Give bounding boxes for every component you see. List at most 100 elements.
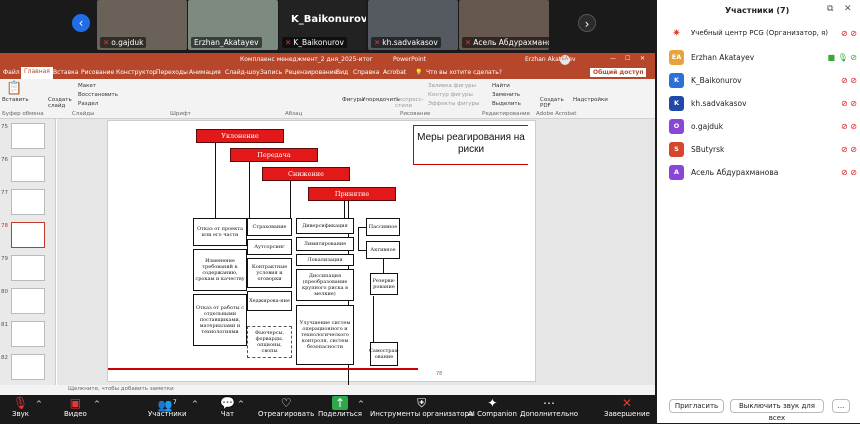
end-meeting-button[interactable]: ✕ Завершение [604,396,650,418]
paste-button[interactable]: Вставить [2,97,29,103]
video-tile[interactable]: K_Baikonurov ✕ K_Baikonurov [279,0,366,50]
participant-row[interactable]: K K_Baikonurov ⊘ ⊘ [669,73,857,89]
participant-row[interactable]: А Асель Абдурахманова ⊘ ⊘ [669,165,857,181]
muted-icons[interactable]: ⊘ ⊘ [841,168,857,177]
video-tile[interactable]: ✕Асель Абдурахманова [459,0,549,50]
ai-companion-button[interactable]: ✦ AI Companion [468,396,517,418]
chat-button[interactable]: 💬 Чат [220,396,235,418]
participant-row[interactable]: ✷ Учебный центр PCG (Организатор, я) ⊘ ⊘ [669,26,857,42]
section-button[interactable]: Раздел [78,101,98,107]
slide-thumbnails-panel[interactable]: 75 76 77 78 79 80 81 82 [0,119,56,385]
reset-button[interactable]: Восстановить [78,92,118,98]
share-screen-button[interactable]: ↑ Поделиться [318,396,362,418]
measure-box: Хеджирова-ние [247,291,292,311]
muted-icons[interactable]: ⊘ ⊘ [841,29,857,38]
participant-row[interactable]: S SButyrsk ⊘ ⊘ [669,142,857,158]
notes-placeholder[interactable]: Щелкните, чтобы добавить заметки [68,386,174,392]
new-slide-button[interactable]: Создать слайд [48,97,72,109]
slide-thumbnail[interactable] [11,123,45,149]
shape-outline-button[interactable]: Контур фигуры [428,92,473,98]
ppt-user-avatar[interactable]: EA [560,55,570,65]
popout-icon[interactable]: ⧉ [827,4,833,14]
slide-thumbnail[interactable] [11,189,45,215]
menu-record[interactable]: Запись [260,69,282,76]
video-tile[interactable]: Erzhan_Akatayev [188,0,278,50]
minimize-icon[interactable]: — [610,55,616,62]
chevron-up-icon[interactable]: ^ [94,400,100,408]
shape-fill-button[interactable]: Заливка фигуры [428,83,476,89]
active-icons[interactable]: ■ 🎙 ⊘ [827,53,857,62]
menu-design[interactable]: Конструктор [116,69,157,76]
muted-icons[interactable]: ⊘ ⊘ [841,99,857,108]
slide-thumbnail[interactable] [11,288,45,314]
notes-bar[interactable]: Щелкните, чтобы добавить заметки [0,385,655,395]
participant-row[interactable]: O o.gajduk ⊘ ⊘ [669,119,857,135]
chevron-up-icon[interactable]: ^ [238,400,244,408]
measure-box: Диссипация (преобразование крупного риск… [296,269,354,301]
muted-icons[interactable]: ⊘ ⊘ [841,76,857,85]
lightbulb-icon: 💡 [415,69,423,76]
camera-off-icon: ▣ [69,396,82,410]
chevron-right-icon[interactable]: › [578,14,596,32]
invite-button[interactable]: Пригласить [669,399,724,413]
menu-review[interactable]: Рецензирование [285,69,337,76]
participant-row[interactable]: EA Erzhan Akatayev ■ 🎙 ⊘ [669,50,857,66]
slide-thumbnail-selected[interactable] [11,222,45,248]
mute-all-button[interactable]: Выключить звук для всех [730,399,824,422]
video-tile[interactable]: ✕ kh.sadvakasov [368,0,458,50]
slide-thumbnail[interactable] [11,156,45,182]
maximize-icon[interactable]: ☐ [625,55,630,62]
share-button[interactable]: Общий доступ [590,68,647,77]
menu-acrobat[interactable]: Acrobat [383,69,406,76]
close-icon[interactable]: ✕ [640,55,645,62]
menu-transitions[interactable]: Переходы [156,69,188,76]
muted-icons[interactable]: ⊘ ⊘ [841,122,857,131]
menu-view[interactable]: Вид [336,69,348,76]
shape-effects-button[interactable]: Эффекты фигуры [428,101,480,107]
replace-button[interactable]: Заменить [492,92,520,98]
slide-thumbnail[interactable] [11,255,45,281]
close-icon[interactable]: ✕ [844,4,852,14]
slide[interactable]: Меры реагирования на риски Уклонение Пер… [107,120,536,406]
connector-line [290,181,291,218]
measure-box: Страхование [247,218,292,236]
menu-animation[interactable]: Анимация [189,69,221,76]
participants-button[interactable]: 👥7 Участники [148,396,187,418]
find-button[interactable]: Найти [492,83,510,89]
chevron-up-icon[interactable]: ^ [36,400,42,408]
group-editing: Редактирование [482,111,530,117]
select-button[interactable]: Выделить [492,101,521,107]
muted-icons[interactable]: ⊘ ⊘ [841,145,857,154]
more-options-button[interactable]: ... [832,399,850,413]
menu-help[interactable]: Справка [353,69,379,76]
menu-slideshow[interactable]: Слайд-шоу [225,69,260,76]
measure-box: Активное [366,241,400,259]
participant-row[interactable]: K kh.sadvakasov ⊘ ⊘ [669,96,857,112]
menu-file[interactable]: Файл [3,69,20,76]
category-avoidance: Уклонение [196,129,284,143]
menu-insert[interactable]: Вставка [53,69,78,76]
chevron-up-icon[interactable]: ^ [192,400,198,408]
shapes-button[interactable]: Фигуры [342,97,364,103]
chevron-up-icon[interactable]: ^ [358,400,364,408]
tell-me-search[interactable]: Что вы хотите сделать? [426,69,502,76]
host-tools-button[interactable]: ⛨ Инструменты организатора [370,396,473,418]
video-button[interactable]: ▣ Видео [64,396,87,418]
video-tile[interactable]: ✕ o.gajduk [97,0,187,50]
reactions-button[interactable]: ♡ Отреагировать [258,396,314,418]
create-pdf-button[interactable]: Создать PDF [540,97,564,109]
addins-button[interactable]: Надстройки [573,97,608,103]
chevron-left-icon[interactable]: ‹ [72,14,90,32]
slide-thumbnail[interactable] [11,321,45,347]
more-button[interactable]: ⋯ Дополнительно [520,396,578,418]
layout-button[interactable]: Макет [78,83,96,89]
menu-draw[interactable]: Рисование [81,69,114,76]
share-screen-icon: ↑ [318,396,362,410]
quick-styles-button[interactable]: Экспресс-стили [395,97,424,109]
slide-thumbnail[interactable] [11,354,45,380]
paste-icon[interactable]: 📋 [6,81,22,96]
arrange-button[interactable]: Упорядочить [362,97,400,103]
audio-button[interactable]: 🎙 Звук [12,396,29,418]
menu-home[interactable]: Главная [21,67,53,79]
participants-count: 7 [172,399,177,406]
